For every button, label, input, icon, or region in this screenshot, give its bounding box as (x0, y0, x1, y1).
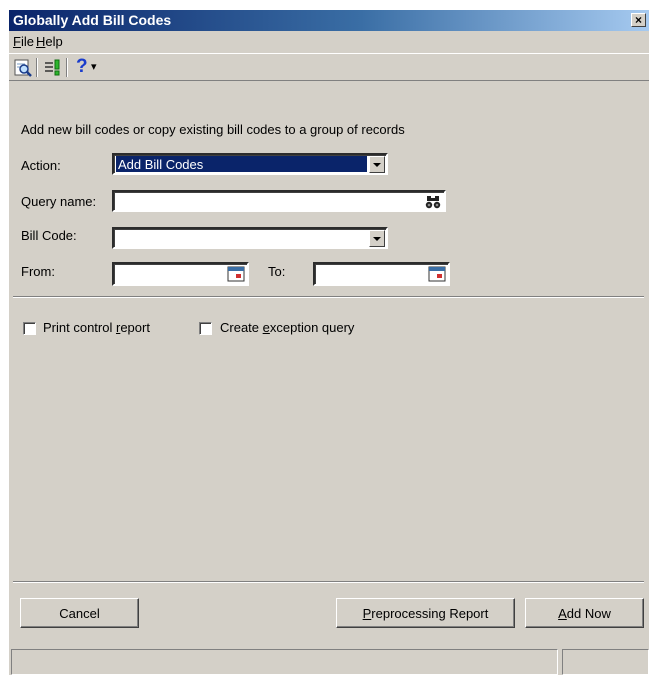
bill-code-select[interactable] (112, 227, 388, 249)
preprocess-label-rest: reprocessing Report (371, 605, 489, 621)
preprocessing-report-button[interactable]: Preprocessing Report (336, 598, 515, 628)
to-label: To: (268, 264, 286, 279)
calendar-icon (428, 266, 446, 282)
menu-help[interactable]: Help (36, 34, 63, 50)
preview-icon (14, 59, 32, 77)
query-tool-button[interactable] (41, 57, 63, 78)
action-select[interactable]: Add Bill Codes (112, 153, 388, 175)
action-selected-value: Add Bill Codes (116, 156, 367, 172)
query-name-label: Query name: (21, 194, 97, 209)
menu-file[interactable]: File (13, 34, 34, 50)
status-pane-secondary (562, 649, 649, 675)
cancel-button[interactable]: Cancel (20, 598, 139, 628)
menu-help-rest: elp (45, 34, 63, 49)
preview-button[interactable] (12, 57, 34, 78)
action-dropdown-button[interactable] (369, 156, 385, 173)
menu-help-mnemonic: H (36, 34, 46, 49)
calendar-icon (227, 266, 245, 282)
help-question-icon: ? (76, 56, 88, 77)
print-control-report-text-pre: Print control (43, 320, 116, 335)
query-name-input[interactable] (114, 192, 444, 210)
from-label: From: (21, 264, 55, 279)
print-control-report-checkbox[interactable] (23, 322, 36, 335)
instruction-text: Add new bill codes or copy existing bill… (21, 122, 405, 137)
bill-code-dropdown-button[interactable] (369, 230, 385, 247)
preprocess-mnemonic: P (362, 605, 372, 621)
to-calendar-button[interactable] (428, 266, 446, 282)
menu-file-rest: ile (20, 34, 34, 49)
create-exception-query-checkbox[interactable] (199, 322, 212, 335)
dialog-window: Globally Add Bill Codes × File Help ? ▾ … (8, 9, 649, 675)
toolbar-separator (66, 58, 68, 77)
title-bar[interactable]: Globally Add Bill Codes × (9, 10, 649, 31)
to-date-field[interactable] (313, 262, 450, 286)
query-name-field[interactable] (112, 190, 446, 212)
status-bar (11, 649, 649, 675)
window-title: Globally Add Bill Codes (13, 12, 172, 28)
add-now-mnemonic: A (558, 605, 567, 621)
create-exception-query-text-pre: Create (220, 320, 263, 335)
query-tool-icon (45, 59, 60, 76)
buttons-divider (13, 581, 644, 583)
close-icon: × (634, 13, 642, 27)
menu-file-mnemonic: F (13, 34, 21, 49)
search-query-button[interactable] (424, 193, 442, 210)
toolbar: ? ▾ (9, 53, 649, 81)
help-button[interactable]: ? ▾ (71, 56, 105, 78)
close-button[interactable]: × (631, 13, 646, 27)
toolbar-separator (36, 58, 38, 77)
create-exception-query-label[interactable]: Create exception query (220, 320, 354, 335)
binoculars-icon (425, 196, 441, 209)
bill-code-label: Bill Code: (21, 228, 77, 243)
menu-bar: File Help (9, 32, 649, 52)
status-pane-main (11, 649, 558, 675)
add-now-label-rest: dd Now (566, 605, 611, 621)
print-control-report-label[interactable]: Print control report (43, 320, 150, 335)
section-divider (13, 296, 644, 298)
from-date-field[interactable] (112, 262, 249, 286)
add-now-button[interactable]: Add Now (525, 598, 644, 628)
print-control-report-text-post: eport (120, 320, 150, 335)
create-exception-query-mnemonic: e (262, 320, 270, 335)
from-calendar-button[interactable] (227, 266, 245, 282)
create-exception-query-text-post: xception query (269, 320, 355, 335)
dropdown-arrow-icon[interactable]: ▾ (91, 60, 97, 73)
action-label: Action: (21, 158, 61, 173)
